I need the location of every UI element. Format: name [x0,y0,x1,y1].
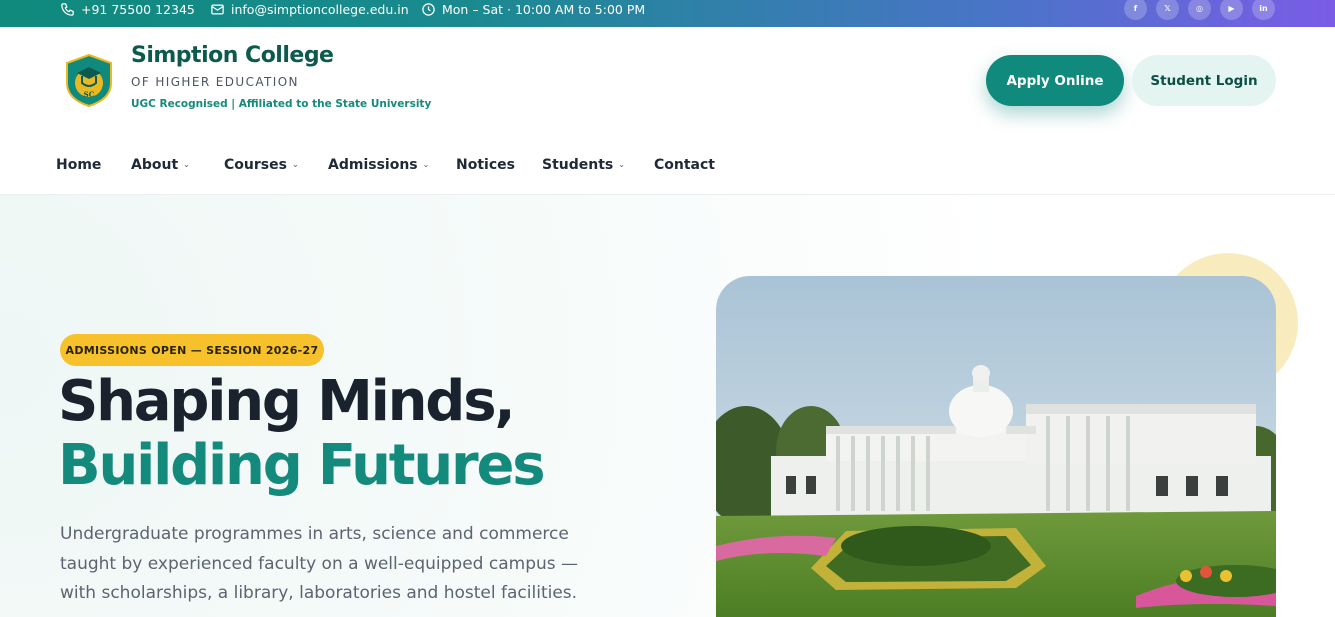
mail-icon [211,4,224,14]
office-hours: Mon – Sat · 10:00 AM to 5:00 PM [442,1,646,17]
hero-section: ADMISSIONS OPEN — SESSION 2026-27 Shapin… [0,195,1335,617]
email-info[interactable]: info@simptioncollege.edu.in [210,0,409,18]
chevron-down-icon: ⌄ [422,160,430,169]
college-name[interactable]: Simption College [131,43,334,68]
apply-online-button[interactable]: Apply Online [986,55,1124,106]
x-icon[interactable]: 𝕏 [1156,0,1179,20]
top-contact-bar: +91 75500 12345 info@simptioncollege.edu… [0,0,1335,27]
phone-info[interactable]: +91 75500 12345 [60,0,195,18]
youtube-icon[interactable]: ▶ [1220,0,1243,20]
nav-label: Students [542,157,614,173]
nav-label: Courses [224,157,287,173]
chevron-down-icon: ⌄ [291,160,299,169]
hero-description: Undergraduate programmes in arts, scienc… [60,524,579,603]
email-address: info@simptioncollege.edu.in [231,1,409,17]
main-navigation: Home About ⌄ Courses ⌄ Admissions ⌄ Notices… [0,133,1335,195]
nav-item-contact[interactable]: Contact [654,157,715,173]
logo-monogram: SC [84,90,95,99]
nav-item-home[interactable]: Home [56,157,101,173]
nav-label: Admissions [328,157,418,173]
college-subtitle: OF HIGHER EDUCATION [131,75,299,89]
college-logo[interactable]: SC [64,53,114,108]
nav-item-students[interactable]: Students ⌄ [542,157,625,173]
nav-label: Notices [456,157,515,173]
instagram-icon[interactable]: ◎ [1188,0,1211,20]
nav-item-courses[interactable]: Courses ⌄ [224,157,299,173]
nav-item-admissions[interactable]: Admissions ⌄ [328,157,429,173]
phone-number: +91 75500 12345 [81,1,195,17]
chevron-down-icon: ⌄ [183,160,190,169]
nav-item-about[interactable]: About ⌄ [131,157,190,173]
nav-label: Home [56,157,102,173]
chevron-down-icon: ⌄ [618,160,625,169]
student-login-button[interactable]: Student Login [1132,55,1276,106]
nav-label: Contact [654,157,715,173]
admissions-badge: ADMISSIONS OPEN — SESSION 2026-27 [60,334,324,366]
clock-icon [422,2,435,16]
facebook-icon[interactable]: f [1124,0,1147,20]
hero-headline-line-2: Building Futures [58,433,546,498]
college-tagline: UGC Recognised | Affiliated to the State… [131,98,432,110]
campus-building-photo [716,276,1276,617]
hero-headline-line-1: Shaping Minds, [58,369,516,434]
hours-info: Mon – Sat · 10:00 AM to 5:00 PM [421,0,645,18]
nav-label: About [131,157,179,173]
linkedin-icon[interactable]: in [1252,0,1275,20]
phone-icon [61,2,74,16]
nav-item-notices[interactable]: Notices [456,157,515,173]
